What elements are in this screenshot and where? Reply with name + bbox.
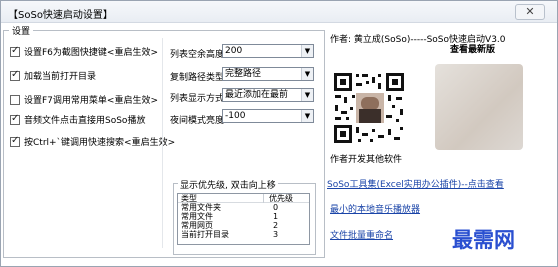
list-item-priority: 3 [273, 230, 279, 239]
option-quick-search-label: 按Ctrl+`键调用快速搜索<重启生效> [24, 138, 176, 148]
chevron-down-icon[interactable]: ▼ [301, 110, 313, 122]
link-soso-toolset[interactable]: SoSo工具集(Excel实用办公插件)--点击查看 [327, 177, 504, 190]
list-item[interactable]: 常用网页 2 [178, 221, 309, 230]
qr-code-graphic [332, 71, 406, 145]
priority-list-header: 类型 优先级 [178, 194, 309, 203]
option-f6-screenshot[interactable]: 设置F6为截图快捷键<重启生效> [10, 45, 158, 58]
option-f7-menu[interactable]: 设置F7调用常用菜单<重启生效> [10, 93, 158, 106]
field-label-night-brightness: 夜间模式亮度 [170, 116, 225, 126]
select-night-brightness[interactable]: -100 ▼ [222, 109, 314, 123]
checkbox-audio-play[interactable] [10, 113, 20, 125]
checkbox-quick-search[interactable] [10, 135, 20, 147]
chevron-down-icon[interactable]: ▼ [301, 89, 313, 101]
priority-list[interactable]: 类型 优先级 常用文件夹 0 常用文件 1 常用网页 2 当前打开目录 3 [177, 193, 310, 245]
close-button[interactable]: ✕ [515, 4, 545, 20]
select-night-brightness-value: -100 [225, 111, 246, 121]
list-item[interactable]: 常用文件夹 0 [178, 203, 309, 212]
select-copy-path-value: 完整路径 [225, 69, 262, 79]
select-list-height-value: 200 [225, 46, 243, 56]
check-latest-button[interactable]: 查看最新版 [450, 42, 495, 55]
column-priority[interactable]: 优先级 [263, 194, 293, 203]
option-f6-screenshot-label: 设置F6为截图快捷键<重启生效> [24, 48, 158, 58]
window-title: 【SoSo快速启动设置】 [8, 10, 113, 21]
select-list-display[interactable]: 最近添加在最前 ▼ [222, 88, 314, 102]
priority-group-label: 显示优先级, 双击向上移 [178, 178, 278, 191]
field-label-copy-path: 复制路径类型 [170, 73, 225, 83]
list-item[interactable]: 常用文件 1 [178, 212, 309, 221]
checkbox-f6-screenshot[interactable] [10, 45, 20, 57]
list-item-type: 当前打开目录 [181, 230, 229, 239]
other-software-label: 作者开发其他软件 [330, 155, 403, 165]
field-label-list-height: 列表空余高度 [170, 50, 225, 60]
settings-group-label: 设置 [9, 24, 34, 37]
list-item-priority: 1 [273, 212, 279, 221]
list-item-type: 常用文件夹 [181, 203, 221, 212]
list-item-priority: 2 [273, 221, 279, 230]
option-audio-play-label: 音频文件点击直接用SoSo播放 [24, 116, 146, 126]
checkbox-f7-menu[interactable] [10, 95, 20, 105]
chevron-down-icon[interactable]: ▼ [301, 45, 313, 57]
chevron-down-icon[interactable]: ▼ [301, 68, 313, 80]
list-item-priority: 0 [273, 203, 279, 212]
list-item-type: 常用网页 [181, 221, 213, 230]
option-f7-menu-label: 设置F7调用常用菜单<重启生效> [24, 96, 158, 106]
list-item[interactable]: 当前打开目录 3 [178, 230, 309, 239]
option-load-current-dir[interactable]: 加载当前打开目录 [10, 69, 97, 82]
link-music-player[interactable]: 最小的本地音乐播放器 [330, 202, 420, 215]
select-list-height[interactable]: 200 ▼ [222, 44, 314, 58]
option-audio-play[interactable]: 音频文件点击直接用SoSo播放 [10, 113, 146, 126]
option-load-current-dir-label: 加载当前打开目录 [24, 72, 97, 82]
author-photo [435, 64, 523, 150]
title-bar: 【SoSo快速启动设置】 ✕ [1, 1, 557, 23]
column-type[interactable]: 类型 [181, 194, 197, 203]
select-copy-path[interactable]: 完整路径 ▼ [222, 67, 314, 81]
qr-code-image [332, 71, 406, 145]
select-list-display-value: 最近添加在最前 [225, 90, 289, 100]
link-batch-rename[interactable]: 文件批量重命名 [330, 228, 393, 241]
checkbox-load-current-dir[interactable] [10, 69, 20, 81]
option-quick-search[interactable]: 按Ctrl+`键调用快速搜索<重启生效> [10, 135, 176, 148]
settings-divider [162, 38, 163, 248]
field-label-list-display: 列表显示方式 [170, 94, 225, 104]
list-item-type: 常用文件 [181, 212, 213, 221]
watermark-text: 最需网 [452, 227, 515, 252]
